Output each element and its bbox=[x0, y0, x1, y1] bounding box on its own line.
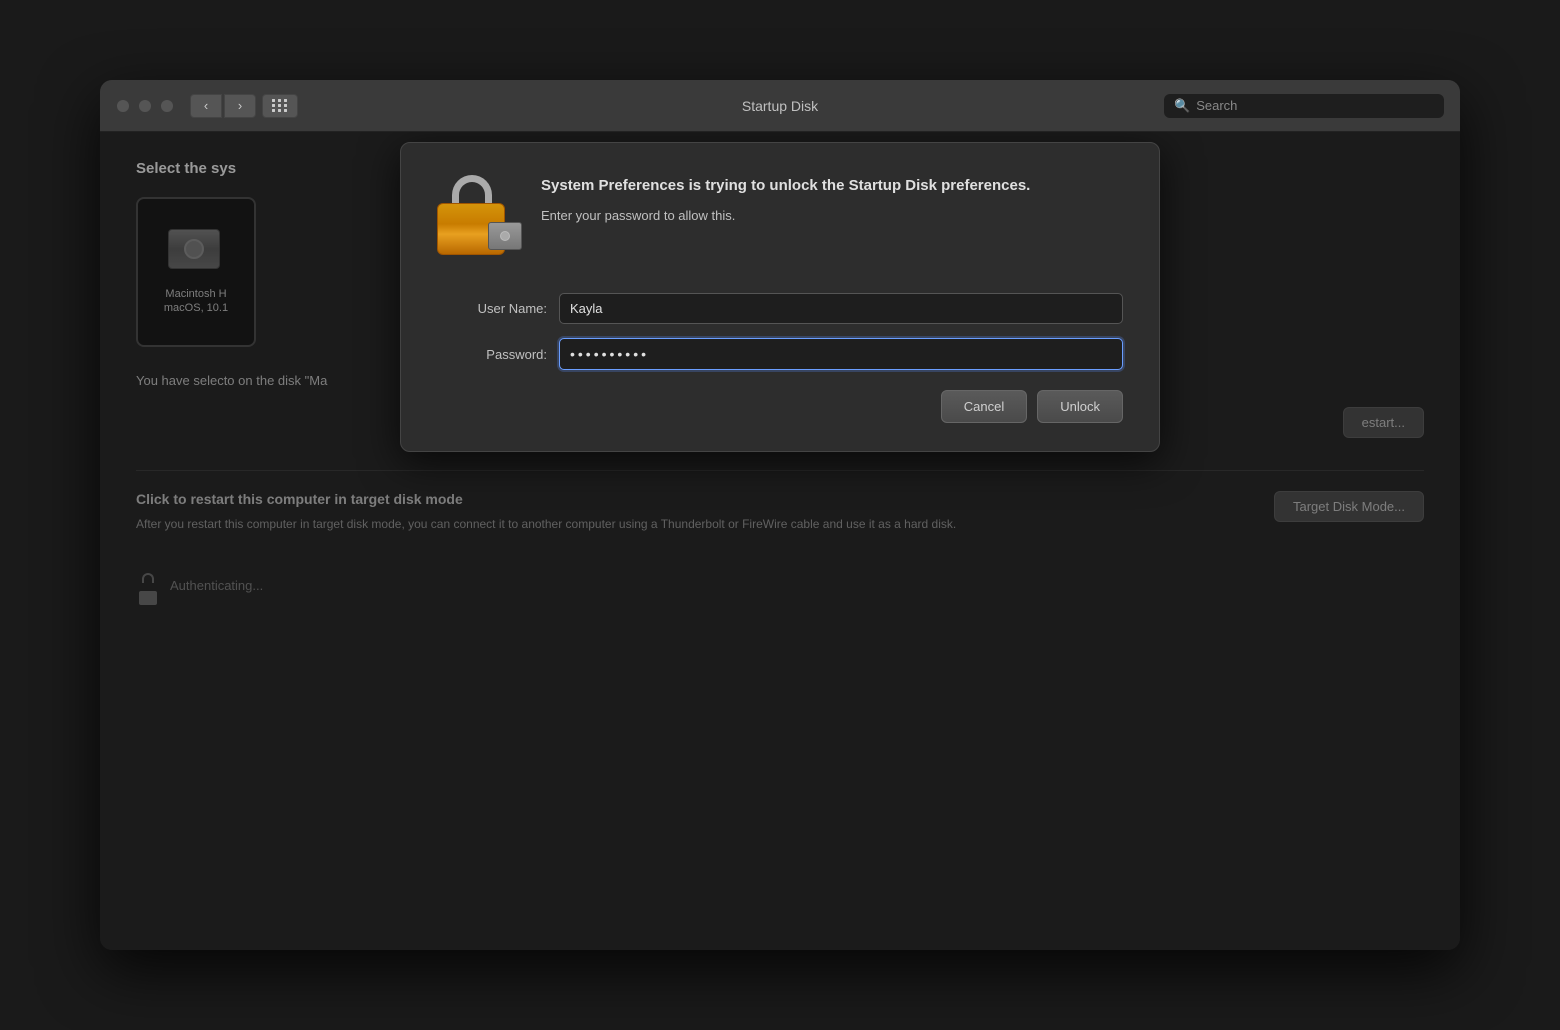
search-input[interactable]: Search bbox=[1196, 98, 1237, 113]
close-button[interactable] bbox=[116, 99, 130, 113]
back-icon: ‹ bbox=[204, 98, 208, 113]
dialog-overlay: System Preferences is trying to unlock t… bbox=[100, 132, 1460, 950]
app-window: ‹ › Startup Disk 🔍 Search Select the sys bbox=[100, 80, 1460, 950]
lock-large-icon bbox=[437, 175, 517, 265]
cancel-button[interactable]: Cancel bbox=[941, 390, 1027, 423]
dialog-text: System Preferences is trying to unlock t… bbox=[541, 175, 1030, 226]
lock-container bbox=[437, 175, 507, 255]
mini-disk-icon bbox=[488, 222, 522, 250]
nav-buttons: ‹ › bbox=[190, 94, 256, 118]
grid-view-button[interactable] bbox=[262, 94, 298, 118]
password-label: Password: bbox=[437, 347, 547, 362]
search-icon: 🔍 bbox=[1174, 98, 1190, 114]
mini-disk-circle bbox=[500, 231, 510, 241]
main-content: Select the sys Macintosh H macOS, 10.1 Y… bbox=[100, 132, 1460, 950]
window-title: Startup Disk bbox=[742, 98, 818, 114]
dialog-header: System Preferences is trying to unlock t… bbox=[437, 175, 1123, 265]
dialog-buttons: Cancel Unlock bbox=[437, 390, 1123, 423]
grid-icon bbox=[272, 99, 288, 112]
dialog-description: Enter your password to allow this. bbox=[541, 206, 1030, 226]
username-input[interactable] bbox=[559, 293, 1123, 324]
lock-body-large bbox=[437, 203, 505, 255]
titlebar: ‹ › Startup Disk 🔍 Search bbox=[100, 80, 1460, 132]
password-row: Password: bbox=[437, 338, 1123, 370]
dialog-title: System Preferences is trying to unlock t… bbox=[541, 175, 1030, 196]
auth-dialog: System Preferences is trying to unlock t… bbox=[400, 142, 1160, 452]
search-bar[interactable]: 🔍 Search bbox=[1164, 94, 1444, 118]
back-button[interactable]: ‹ bbox=[190, 94, 222, 118]
password-input[interactable] bbox=[559, 338, 1123, 370]
traffic-lights bbox=[116, 99, 174, 113]
unlock-button[interactable]: Unlock bbox=[1037, 390, 1123, 423]
lock-shackle-large bbox=[452, 175, 492, 205]
forward-icon: › bbox=[238, 98, 242, 113]
fullscreen-button[interactable] bbox=[160, 99, 174, 113]
forward-button[interactable]: › bbox=[224, 94, 256, 118]
minimize-button[interactable] bbox=[138, 99, 152, 113]
username-label: User Name: bbox=[437, 301, 547, 316]
username-row: User Name: bbox=[437, 293, 1123, 324]
